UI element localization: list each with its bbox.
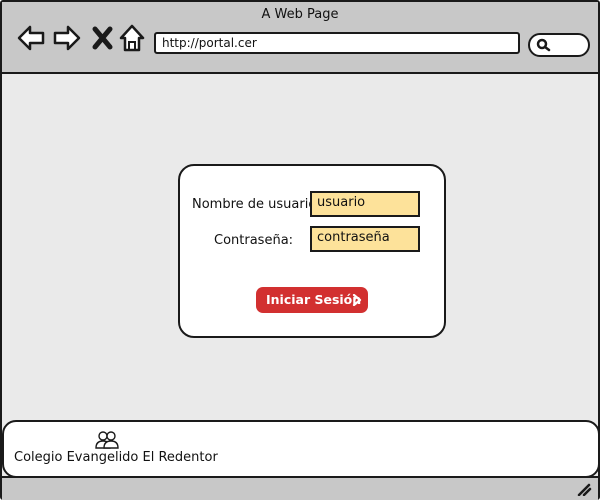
home-icon[interactable] (118, 22, 146, 54)
browser-toolbar: A Web Page http://portal.cer (2, 2, 598, 74)
username-field[interactable]: usuario (310, 191, 420, 217)
forward-arrow-icon[interactable] (52, 22, 81, 54)
chevron-right-icon (352, 294, 362, 306)
login-button[interactable]: Iniciar Sesión (256, 287, 368, 313)
login-button-label: Iniciar Sesión (266, 292, 362, 307)
footer-school-name: Colegio Evangelido El Redentor (14, 450, 218, 465)
password-label: Contraseña: (214, 233, 294, 248)
browser-window: A Web Page http://portal.cer Nombre de u… (0, 0, 600, 500)
status-bar (2, 476, 598, 500)
password-field[interactable]: contraseña (310, 226, 420, 252)
login-form: Nombre de usuario: usuario Contraseña: c… (178, 164, 446, 338)
users-icon (95, 431, 119, 449)
footer: Colegio Evangelido El Redentor (2, 420, 600, 478)
resize-grip-icon[interactable] (576, 482, 592, 496)
address-bar[interactable]: http://portal.cer (154, 32, 520, 54)
username-label: Nombre de usuario: (192, 197, 321, 212)
close-x-icon[interactable] (90, 22, 118, 54)
search-button[interactable] (528, 33, 590, 57)
window-title: A Web Page (261, 7, 339, 22)
back-arrow-icon[interactable] (16, 22, 45, 54)
search-icon (536, 38, 551, 52)
